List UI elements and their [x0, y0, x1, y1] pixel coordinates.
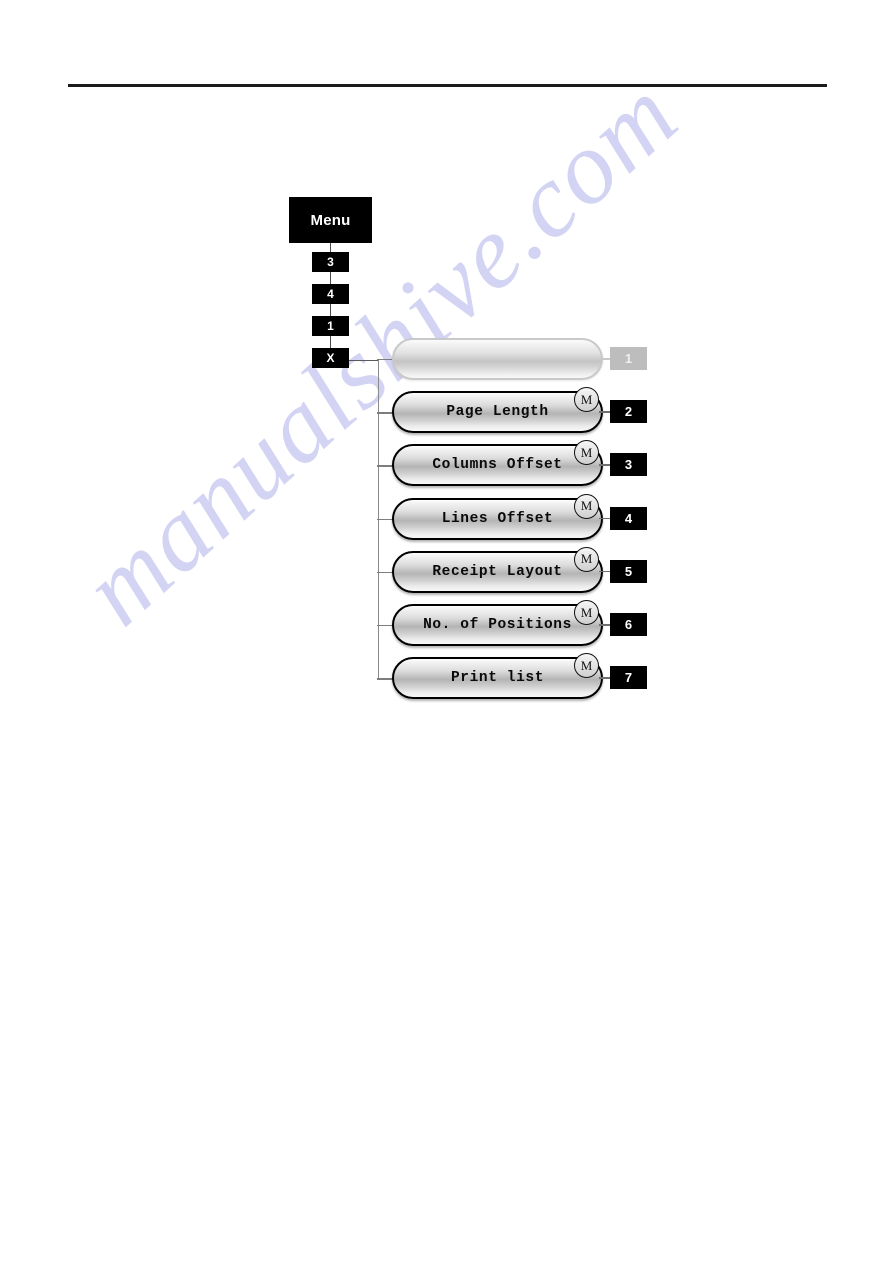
menu-item-row: Columns Offset M 3 [392, 440, 647, 488]
menu-item-label: Receipt Layout [432, 563, 563, 580]
menu-item-label: No. of Positions [423, 617, 572, 633]
menu-item-row: 1 [392, 338, 647, 382]
key-connector [330, 336, 332, 348]
menu-key[interactable]: Menu [289, 197, 372, 243]
menu-item-number-badge: 1 [610, 347, 647, 370]
memory-m-icon: M [574, 546, 599, 572]
menu-item-number-badge: 7 [610, 666, 647, 690]
menu-item-label: Print list [450, 670, 544, 687]
key-connector [330, 243, 332, 252]
memory-m-icon: M [574, 600, 599, 625]
menu-item-number-badge: 4 [610, 506, 647, 530]
menu-item-label: Columns Offset [432, 457, 563, 474]
menu-item-row: Receipt Layout M 5 [392, 546, 647, 595]
menu-item-label: Lines Offset [441, 510, 554, 527]
document-page: manualshive.com Menu 3 4 1 X 1 Page Lengt… [0, 0, 893, 1263]
menu-item-row: Page Length M 2 [392, 387, 647, 435]
menu-item-button[interactable]: Page Length [392, 391, 603, 434]
key-step-2[interactable]: 4 [312, 284, 349, 304]
menu-item-row: Print list M 7 [392, 653, 647, 701]
menu-item-button[interactable]: Print list [392, 657, 603, 700]
memory-m-icon: M [574, 493, 599, 519]
menu-item-button[interactable] [392, 338, 603, 380]
menu-item-number-badge: 3 [610, 453, 647, 477]
menu-item-number-badge: 6 [610, 613, 647, 636]
menu-item-row: Lines Offset M 4 [392, 493, 647, 542]
menu-navigation-diagram: Menu 3 4 1 X 1 Page Length M 2 Columns Offse… [0, 0, 893, 1263]
menu-item-number-badge: 5 [610, 559, 647, 583]
key-connector [330, 304, 332, 316]
menu-item-row: No. of Positions M 6 [392, 600, 647, 648]
key-step-1[interactable]: 3 [312, 252, 349, 272]
menu-item-number-badge: 2 [610, 400, 647, 424]
branch-entry-connector [349, 360, 379, 362]
key-step-4[interactable]: X [312, 348, 349, 368]
menu-item-button[interactable]: Columns Offset [392, 444, 603, 487]
menu-item-button[interactable]: Lines Offset [392, 497, 603, 540]
key-connector [330, 272, 332, 284]
menu-item-label: Page Length [446, 404, 549, 421]
menu-item-button[interactable]: Receipt Layout [392, 550, 603, 593]
menu-item-button[interactable]: No. of Positions [392, 604, 603, 646]
key-step-3[interactable]: 1 [312, 316, 349, 336]
